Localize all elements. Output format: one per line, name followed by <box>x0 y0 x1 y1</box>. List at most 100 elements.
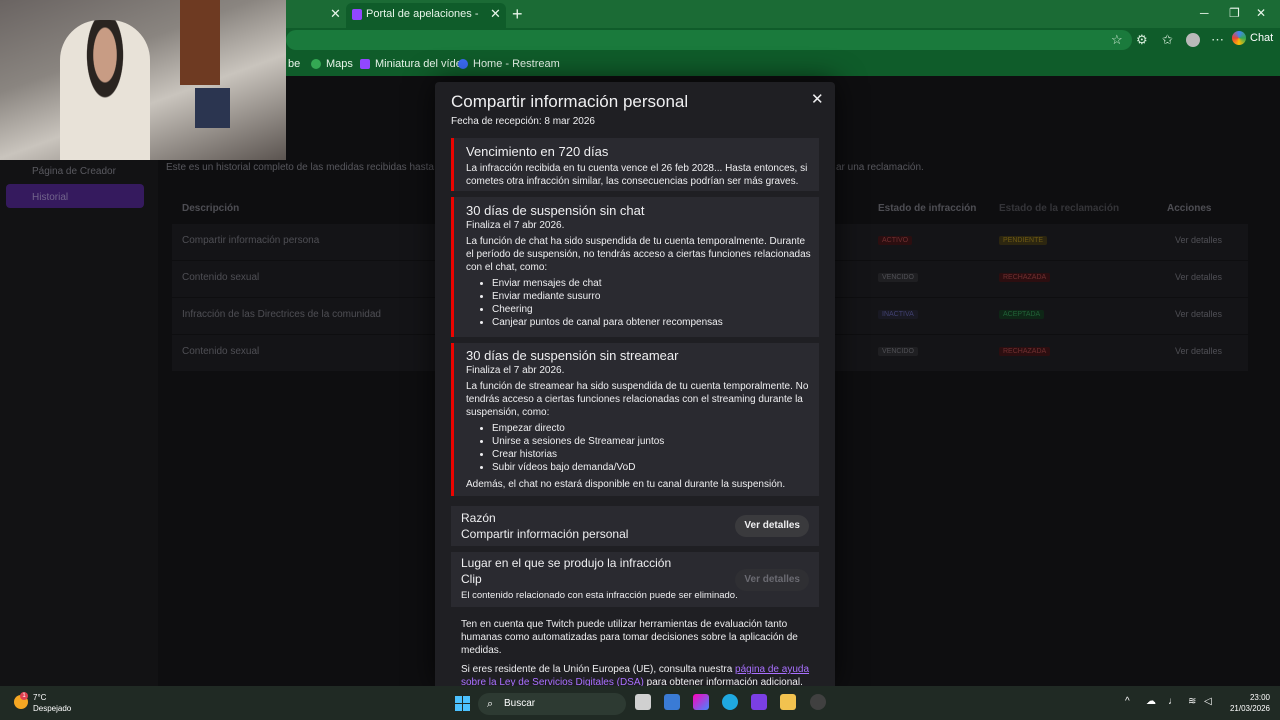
claim-badge: ACEPTADA <box>999 310 1045 319</box>
sidebar-item-history-bg <box>6 184 144 208</box>
avatar[interactable] <box>1186 33 1200 47</box>
bookmark-label: Home - Restream <box>473 58 560 70</box>
copilot-app-icon[interactable] <box>693 694 709 710</box>
bookmark-thumbnail[interactable]: Miniatura del vídeo <box>360 58 468 70</box>
clock-date[interactable]: 21/03/2026 <box>1220 704 1270 713</box>
location-value: Clip <box>461 572 482 586</box>
close-window-icon[interactable]: ✕ <box>1256 6 1266 20</box>
bookmark-youtube[interactable]: be <box>288 58 300 70</box>
history-description-end: ar una reclamación. <box>836 162 924 173</box>
edge-icon[interactable] <box>722 694 738 710</box>
row-description: Compartir información persona <box>182 235 320 246</box>
stream-suspension-footer: Además, el chat no estará disponible en … <box>466 479 786 490</box>
list-item: Enviar mediante susurro <box>492 290 723 303</box>
store-icon[interactable] <box>664 694 680 710</box>
webcam-person <box>60 20 150 160</box>
list-item: Cheering <box>492 303 723 316</box>
reason-label: Razón <box>461 511 496 525</box>
infraction-details-modal: Compartir información personal Fecha de … <box>435 82 835 686</box>
more-menu-icon[interactable]: ⋯ <box>1211 32 1224 48</box>
column-header: Estado de infracción <box>878 203 977 214</box>
cloud-icon[interactable]: ☁ <box>1146 696 1156 707</box>
webcam-door <box>180 0 220 85</box>
details-link[interactable]: Ver detalles <box>1175 235 1222 245</box>
weather-temperature[interactable]: 7°C <box>33 693 46 702</box>
details-link[interactable]: Ver detalles <box>1175 309 1222 319</box>
url-input[interactable] <box>286 30 1132 50</box>
column-header: Acciones <box>1167 203 1212 214</box>
twitch-favicon-icon <box>352 9 362 20</box>
expiry-card: Vencimiento en 720 días La infracción re… <box>451 138 819 191</box>
tab-previous[interactable]: ✕ <box>286 3 344 28</box>
stream-suspension-list: Empezar directo Unirse a sesiones de Str… <box>492 422 664 474</box>
claim-badge: RECHAZADA <box>999 347 1051 356</box>
obs-icon[interactable] <box>810 694 826 710</box>
sidebar-item-creator-page[interactable]: Página de Creador <box>32 166 116 177</box>
wifi-icon[interactable]: ≋ <box>1188 696 1196 707</box>
received-date: Fecha de recepción: 8 mar 2026 <box>451 116 595 127</box>
list-item: Empezar directo <box>492 422 664 435</box>
details-link[interactable]: Ver detalles <box>1175 346 1222 356</box>
modal-title: Compartir información personal <box>451 92 689 111</box>
history-description: Este es un historial completo de las med… <box>166 162 434 173</box>
reason-value: Compartir información personal <box>461 527 629 541</box>
chevron-up-icon[interactable]: ^ <box>1125 696 1130 707</box>
location-label: Lugar en el que se produjo la infracción <box>461 556 672 570</box>
microphone-icon[interactable]: ♩ <box>1168 696 1178 707</box>
chat-suspension-text: La función de chat ha sido suspendida de… <box>466 236 811 273</box>
tab-appeals-portal[interactable]: Portal de apelaciones - Twitch ✕ <box>346 3 506 42</box>
bookmark-label: Maps <box>326 58 353 70</box>
list-item: Subir vídeos bajo demanda/VoD <box>492 461 664 474</box>
tab-close-icon[interactable]: ✕ <box>330 3 341 25</box>
search-icon: ⌕ <box>487 698 494 710</box>
new-tab-icon[interactable]: + <box>512 3 523 25</box>
chat-suspension-list: Enviar mensajes de chat Enviar mediante … <box>492 277 723 329</box>
task-view-icon[interactable] <box>635 694 651 710</box>
search-placeholder: Buscar <box>504 698 536 709</box>
status-badge: ACTIVO <box>878 236 913 245</box>
claim-badge: RECHAZADA <box>999 273 1051 282</box>
stream-suspension-card: 30 días de suspensión sin streamear Fina… <box>451 343 819 496</box>
sidebar-item-history[interactable]: Historial <box>32 192 68 203</box>
copilot-icon <box>1232 31 1246 45</box>
bookmark-maps[interactable]: Maps <box>311 58 353 70</box>
bookmark-label: be <box>288 58 301 70</box>
webcam-overlay <box>0 0 286 160</box>
stream-suspension-text: La función de streamear ha sido suspendi… <box>466 381 809 418</box>
chat-label: Chat <box>1250 32 1274 44</box>
details-link[interactable]: Ver detalles <box>1175 272 1222 282</box>
file-explorer-icon[interactable] <box>780 694 796 710</box>
column-header[interactable]: Estado de la reclamación <box>999 203 1119 214</box>
reason-section: Razón Compartir información personal Ver… <box>451 506 819 546</box>
twitch-icon <box>360 59 370 69</box>
claim-badge: PENDIENTE <box>999 236 1048 245</box>
proton-vpn-icon[interactable] <box>751 694 767 710</box>
close-icon[interactable]: ✕ <box>811 90 824 108</box>
maps-pin-icon <box>311 59 321 69</box>
favorites-icon[interactable]: ✩ <box>1162 32 1173 48</box>
restore-icon[interactable]: ❐ <box>1229 6 1240 20</box>
volume-icon[interactable]: ◁ <box>1204 696 1212 707</box>
minimize-icon[interactable]: ─ <box>1200 6 1209 20</box>
location-section: Lugar en el que se produjo la infracción… <box>451 552 819 607</box>
status-badge: VENCIDO <box>878 347 918 356</box>
location-details-button[interactable]: Ver detalles <box>735 569 809 591</box>
list-item: Enviar mensajes de chat <box>492 277 723 290</box>
taskbar-search-input[interactable]: ⌕ Buscar <box>478 693 626 715</box>
reason-details-button[interactable]: Ver detalles <box>735 515 809 537</box>
stream-suspension-title: 30 días de suspensión sin streamear <box>466 348 679 363</box>
chat-suspension-card: 30 días de suspensión sin chat Finaliza … <box>451 197 819 337</box>
webcam-poster <box>195 88 230 128</box>
list-item: Crear historias <box>492 448 664 461</box>
expiry-text: La infracción recibida en tu cuenta venc… <box>466 163 808 187</box>
column-header: Descripción <box>182 203 240 214</box>
clock-time[interactable]: 23:00 <box>1228 693 1270 702</box>
bookmark-restream[interactable]: Home - Restream <box>458 58 560 70</box>
bookmark-label: Miniatura del vídeo <box>375 58 468 70</box>
weather-description[interactable]: Despejado <box>33 704 71 713</box>
extensions-icon[interactable]: ⚙ <box>1136 32 1148 48</box>
tab-close-icon[interactable]: ✕ <box>490 3 501 25</box>
favorite-star-icon[interactable]: ☆ <box>1111 32 1123 48</box>
windows-start-icon[interactable] <box>455 696 470 711</box>
copilot-chat-button[interactable]: Chat <box>1232 31 1273 45</box>
